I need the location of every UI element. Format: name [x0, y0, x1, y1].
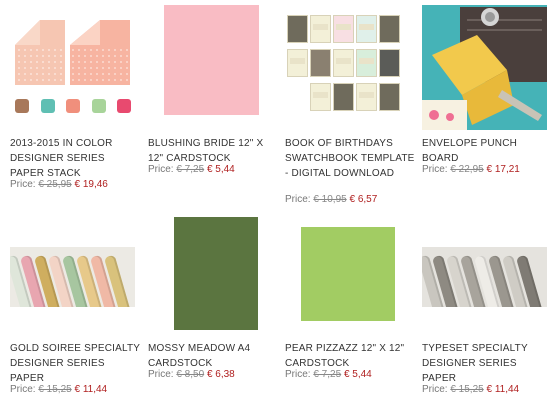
product-price: Price: € 7,25 € 5,44 — [148, 163, 235, 177]
product-price: Price: € 22,95 € 17,21 — [422, 163, 520, 177]
sale-price: € 17,21 — [486, 164, 520, 175]
sale-price: € 11,44 — [486, 384, 520, 395]
product-image[interactable] — [174, 217, 258, 330]
sale-price: € 5,44 — [206, 164, 235, 175]
product-price: Price: € 15,25 € 11,44 — [422, 383, 519, 397]
product-image[interactable] — [301, 227, 395, 321]
sale-price: € 6,38 — [206, 369, 235, 380]
product-image[interactable] — [422, 5, 547, 130]
color-swatch — [41, 99, 55, 113]
cardstock-sheet — [301, 227, 395, 321]
product-name[interactable]: Mossy Meadow A4 Cardstock — [148, 341, 278, 371]
old-price: € 7,25 — [176, 164, 205, 175]
product-price: Price: € 25,95 € 19,46 — [10, 178, 108, 192]
product-name[interactable]: Gold Soiree Specialty Designer Series Pa… — [10, 341, 140, 386]
punch-board-image — [422, 5, 547, 130]
old-price: € 15,25 — [38, 384, 72, 395]
color-swatch — [66, 99, 80, 113]
product-name[interactable]: Blushing Bride 12" x 12" Cardstock — [148, 136, 278, 166]
color-swatch — [15, 99, 29, 113]
product-name[interactable]: Pear Pizzazz 12" x 12" Cardstock — [285, 341, 415, 371]
sale-price: € 5,44 — [343, 369, 372, 380]
old-price: € 22,95 — [450, 164, 484, 175]
price-label: Price: — [148, 164, 174, 175]
cardstock-sheet — [164, 5, 259, 115]
price-label: Price: — [148, 369, 174, 380]
color-swatch — [92, 99, 106, 113]
old-price: € 7,25 — [313, 369, 342, 380]
price-label: Price: — [285, 194, 311, 205]
price-label: Price: — [422, 164, 448, 175]
sale-price: € 19,46 — [74, 179, 108, 190]
old-price: € 8,50 — [176, 369, 205, 380]
product-name[interactable]: Book of Birthdays Swatchbook Template - … — [285, 136, 415, 181]
product-name[interactable]: Envelope Punch Board — [422, 136, 552, 166]
product-price: Price: € 15,25 € 11,44 — [10, 383, 107, 397]
product-image[interactable] — [285, 5, 410, 115]
product-name[interactable]: 2013-2015 In Color Designer Series Paper… — [10, 136, 140, 181]
product-name[interactable]: Typeset Specialty Designer Series Paper — [422, 341, 552, 386]
product-image[interactable] — [10, 5, 135, 115]
price-label: Price: — [10, 179, 36, 190]
old-price: € 10,95 — [313, 194, 347, 205]
old-price: € 15,25 — [450, 384, 484, 395]
product-price: Price: € 8,50 € 6,38 — [148, 368, 235, 382]
cardstock-sheet — [174, 217, 258, 330]
product-price: Price: € 10,95 € 6,57 — [285, 193, 377, 207]
product-image[interactable] — [164, 5, 259, 115]
sale-price: € 6,57 — [349, 194, 378, 205]
color-swatch — [117, 99, 131, 113]
price-label: Price: — [422, 384, 448, 395]
product-price: Price: € 7,25 € 5,44 — [285, 368, 372, 382]
sale-price: € 11,44 — [74, 384, 108, 395]
product-image[interactable] — [10, 247, 135, 307]
price-label: Price: — [285, 369, 311, 380]
price-label: Price: — [10, 384, 36, 395]
old-price: € 25,95 — [38, 179, 72, 190]
product-image[interactable] — [422, 247, 547, 307]
